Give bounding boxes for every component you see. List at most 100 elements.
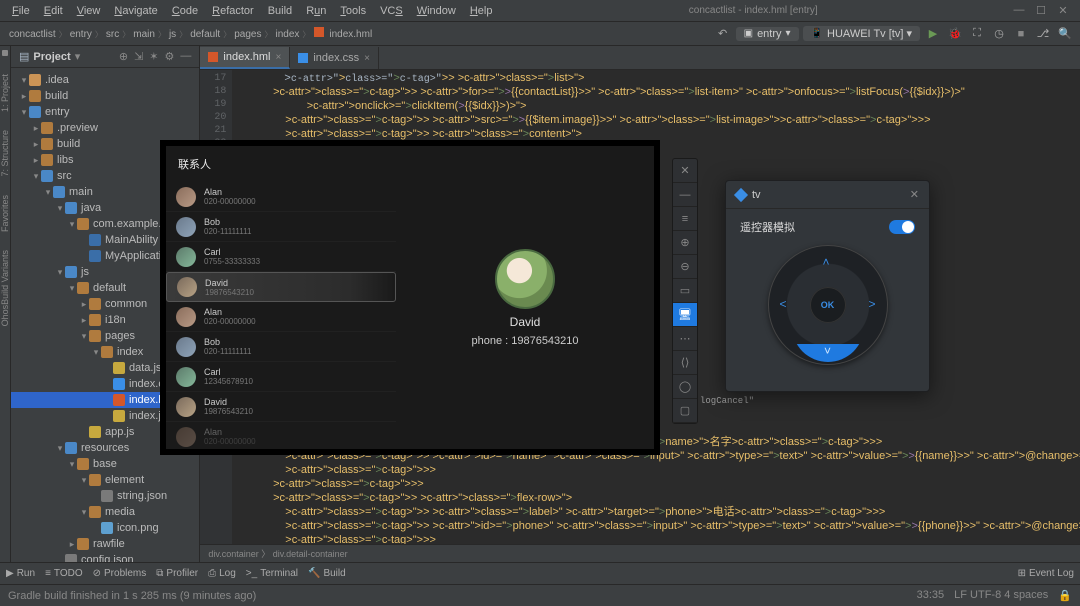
- tree-rawfile[interactable]: ▸rawfile: [11, 536, 199, 552]
- emu-zoomout-icon[interactable]: ⊖: [673, 255, 697, 279]
- emu-more-icon[interactable]: ⋯: [673, 327, 697, 351]
- contact-item[interactable]: Alan020-00000000: [166, 182, 396, 212]
- breadcrumb-js[interactable]: js: [166, 29, 179, 40]
- emu-minimize-icon[interactable]: —: [673, 183, 697, 207]
- tree-config.json[interactable]: config.json: [11, 552, 199, 562]
- caret-position[interactable]: 33:35: [917, 589, 945, 602]
- project-icon: ▤: [19, 50, 29, 63]
- tab-close-icon[interactable]: ×: [275, 52, 281, 63]
- hide-icon[interactable]: —: [180, 50, 191, 63]
- encoding[interactable]: LF UTF-8 4 spaces: [954, 589, 1048, 602]
- profile-icon[interactable]: ◷: [990, 25, 1008, 43]
- rail-menu-icon[interactable]: [2, 50, 8, 56]
- menu-edit[interactable]: Edit: [38, 3, 69, 19]
- emu-circle-icon[interactable]: ◯: [673, 375, 697, 399]
- contact-item[interactable]: Alan020-00000000: [166, 302, 396, 332]
- close-button[interactable]: ✕: [1056, 4, 1070, 17]
- run-config-module[interactable]: ▣ entry ▾: [736, 27, 799, 41]
- rail-favorites[interactable]: Favorites: [0, 195, 10, 232]
- tree-entry[interactable]: ▾entry: [11, 104, 199, 120]
- menu-run[interactable]: Run: [300, 3, 332, 19]
- breadcrumb-entry[interactable]: entry: [67, 29, 95, 40]
- git-icon[interactable]: ⎇: [1034, 25, 1052, 43]
- emu-remote-icon[interactable]: 🖥: [673, 303, 697, 327]
- remote-close-icon[interactable]: ✕: [910, 188, 919, 201]
- contact-item[interactable]: Carl12345678910: [166, 362, 396, 392]
- tree-media[interactable]: ▾media: [11, 504, 199, 520]
- breadcrumb-pages[interactable]: pages: [231, 29, 264, 40]
- btool-run[interactable]: ▶ Run: [6, 568, 35, 579]
- btool-build[interactable]: 🔨 Build: [308, 568, 346, 579]
- tab-close-icon[interactable]: ×: [364, 53, 370, 64]
- tree-string.json[interactable]: string.json: [11, 488, 199, 504]
- breadcrumb-concactlist[interactable]: concactlist: [6, 29, 59, 40]
- event-log-button[interactable]: ⊞ Event Log: [1018, 568, 1074, 579]
- emu-screenshot-icon[interactable]: ▭: [673, 279, 697, 303]
- menu-help[interactable]: Help: [464, 3, 499, 19]
- emu-square-icon[interactable]: ▢: [673, 399, 697, 423]
- nav-back-icon[interactable]: ↶: [714, 25, 732, 43]
- contact-item[interactable]: Alan020-00000000: [166, 422, 396, 449]
- editor-breadcrumb[interactable]: div.container 〉 div.detail-container: [200, 544, 1080, 562]
- remote-toggle[interactable]: [889, 220, 915, 234]
- project-label[interactable]: Project: [33, 51, 70, 63]
- run-config-device[interactable]: 📱 HUAWEI Tv [tv] ▾: [803, 26, 920, 41]
- emu-burger-icon[interactable]: ≡: [673, 207, 697, 231]
- tree-icon.png[interactable]: icon.png: [11, 520, 199, 536]
- rail-ohos-variants[interactable]: OhosBuild Variants: [0, 250, 10, 326]
- btool-log[interactable]: ⎙ Log: [208, 568, 236, 579]
- locate-icon[interactable]: ⊕: [119, 50, 128, 63]
- menu-window[interactable]: Window: [411, 3, 462, 19]
- menu-view[interactable]: View: [71, 3, 107, 19]
- contact-item[interactable]: Carl0755-33333333: [166, 242, 396, 272]
- emu-close-icon[interactable]: ✕: [673, 159, 697, 183]
- breadcrumb-main[interactable]: main: [130, 29, 158, 40]
- collapse-icon[interactable]: ✶: [149, 50, 158, 63]
- run-icon[interactable]: ▶: [924, 25, 942, 43]
- breadcrumb-index[interactable]: index: [272, 29, 302, 40]
- minimize-button[interactable]: —: [1012, 4, 1026, 17]
- readonly-icon[interactable]: 🔒: [1058, 589, 1072, 602]
- tree-base[interactable]: ▾base: [11, 456, 199, 472]
- gear-icon[interactable]: ⚙: [165, 50, 175, 63]
- btool-problems[interactable]: ⊘ Problems: [93, 568, 147, 579]
- maximize-button[interactable]: ☐: [1034, 4, 1048, 17]
- menu-navigate[interactable]: Navigate: [108, 3, 163, 19]
- coverage-icon[interactable]: ⛶: [968, 25, 986, 43]
- dpad-right[interactable]: ˃: [868, 297, 875, 311]
- rail-project[interactable]: 1: Project: [0, 74, 10, 112]
- emu-back-icon[interactable]: ⟨⟩: [673, 351, 697, 375]
- breadcrumb-default[interactable]: default: [187, 29, 223, 40]
- contact-item[interactable]: Bob020-11111111: [166, 332, 396, 362]
- btool-terminal[interactable]: >_ Terminal: [246, 568, 298, 579]
- contacts-list[interactable]: Alan020-00000000Bob020-11111111Carl0755-…: [166, 182, 396, 449]
- menu-vcs[interactable]: VCS: [374, 3, 409, 19]
- stop-icon[interactable]: ■: [1012, 25, 1030, 43]
- menu-code[interactable]: Code: [166, 3, 204, 19]
- dpad-left[interactable]: ˂: [780, 297, 787, 311]
- tab-index.css[interactable]: index.css×: [290, 47, 379, 69]
- tree-build[interactable]: ▸build: [11, 88, 199, 104]
- contact-item[interactable]: Bob020-11111111: [166, 212, 396, 242]
- menu-refactor[interactable]: Refactor: [206, 3, 260, 19]
- debug-icon[interactable]: 🐞: [946, 25, 964, 43]
- menu-file[interactable]: FFileile: [6, 3, 36, 19]
- tree-.idea[interactable]: ▾.idea: [11, 72, 199, 88]
- rail-structure[interactable]: 7: Structure: [0, 130, 10, 177]
- contact-item[interactable]: David19876543210: [166, 392, 396, 422]
- tree-.preview[interactable]: ▸.preview: [11, 120, 199, 136]
- tab-index.hml[interactable]: index.hml×: [200, 47, 290, 69]
- tree-element[interactable]: ▾element: [11, 472, 199, 488]
- search-icon[interactable]: 🔍: [1056, 25, 1074, 43]
- menu-build[interactable]: Build: [262, 3, 298, 19]
- breadcrumb-index.hml[interactable]: index.hml: [326, 29, 375, 40]
- emu-zoomin-icon[interactable]: ⊕: [673, 231, 697, 255]
- menu-tools[interactable]: Tools: [334, 3, 372, 19]
- dpad-ok[interactable]: OK: [810, 287, 846, 323]
- contact-item[interactable]: David19876543210: [166, 272, 396, 302]
- breadcrumb-src[interactable]: src: [103, 29, 122, 40]
- btool-profiler[interactable]: ⧉ Profiler: [156, 568, 198, 579]
- btool-todo[interactable]: ≡ TODO: [45, 568, 83, 579]
- dpad-up[interactable]: ˄: [823, 255, 830, 269]
- expand-icon[interactable]: ⇲: [134, 50, 143, 63]
